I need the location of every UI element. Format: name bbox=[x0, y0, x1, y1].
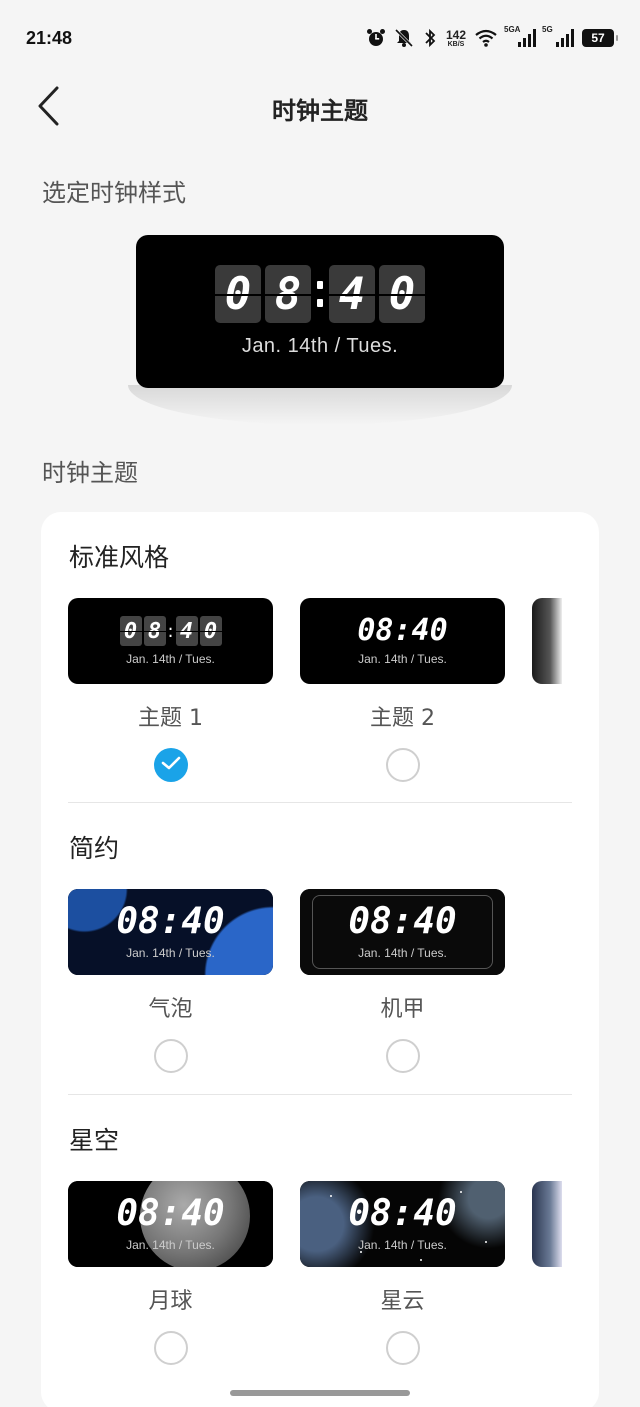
flip-digit: 0 bbox=[379, 265, 425, 323]
theme-radio[interactable] bbox=[385, 1331, 420, 1365]
group-title: 星空 bbox=[69, 1126, 120, 1155]
theme-thumbnail[interactable]: 08:40 Jan. 14th / Tues. bbox=[300, 1181, 505, 1267]
signal1-label: 5GA bbox=[504, 25, 521, 34]
alarm-icon bbox=[366, 28, 386, 48]
clock-theme-label: 时钟主题 bbox=[42, 459, 138, 487]
theme-thumbnail[interactable]: 08:40 Jan. 14th / Tues. bbox=[300, 598, 505, 684]
status-bar: 21:48 142 KB/S 5GA 5G 57 bbox=[0, 0, 640, 76]
thumb-date: Jan. 14th / Tues. bbox=[126, 1238, 215, 1252]
theme-thumbnail[interactable]: 08:40 Jan. 14th / Tues. bbox=[68, 889, 273, 975]
status-time: 21:48 bbox=[26, 27, 73, 48]
thumb-time: 08:40 bbox=[348, 1193, 457, 1234]
battery-indicator: 57 bbox=[582, 29, 618, 47]
flip-digit: 8 bbox=[265, 265, 311, 323]
select-style-label: 选定时钟样式 bbox=[42, 179, 186, 207]
theme-radio[interactable] bbox=[153, 1331, 188, 1365]
flip-digit: 4 bbox=[329, 265, 375, 323]
flip-colon bbox=[315, 265, 325, 323]
mute-bell-icon bbox=[394, 28, 414, 48]
signal2-label: 5G bbox=[542, 25, 553, 34]
theme-item-nebula[interactable]: 08:40 Jan. 14th / Tues. 星云 bbox=[300, 1181, 505, 1365]
theme-item-bubble[interactable]: 08:40 Jan. 14th / Tues. 气泡 bbox=[68, 889, 273, 1073]
network-speed-unit: KB/S bbox=[447, 40, 465, 48]
network-speed: 142 KB/S bbox=[446, 29, 466, 48]
thumb-date: Jan. 14th / Tues. bbox=[358, 946, 447, 960]
thumb-time: 08:40 bbox=[116, 1193, 225, 1234]
theme-name: 气泡 bbox=[148, 997, 193, 1022]
clock-preview: 0 8 4 0 Jan. 14th / Tues. bbox=[128, 235, 512, 425]
flip-digit: 0 bbox=[215, 265, 261, 323]
network-speed-value: 142 bbox=[445, 27, 466, 42]
thumb-date: Jan. 14th / Tues. bbox=[358, 1238, 447, 1252]
group-title: 标准风格 bbox=[69, 543, 170, 572]
theme-name: 月球 bbox=[148, 1289, 193, 1314]
divider bbox=[68, 802, 572, 803]
theme-thumbnail[interactable]: 08:40 Jan. 14th / Tues. bbox=[300, 889, 505, 975]
theme-radio[interactable] bbox=[385, 1039, 420, 1073]
theme-name: 主题 1 bbox=[138, 706, 203, 731]
thumb-time: 08:40 bbox=[357, 613, 448, 648]
home-indicator[interactable] bbox=[230, 1390, 410, 1396]
divider bbox=[68, 1094, 572, 1095]
theme-item-mecha[interactable]: 08:40 Jan. 14th / Tues. 机甲 bbox=[300, 889, 505, 1073]
theme-panel: 标准风格 08:40 Jan. 14th / Tues. 主题 1 08:40 … bbox=[41, 512, 599, 1407]
theme-item-2[interactable]: 08:40 Jan. 14th / Tues. 主题 2 bbox=[300, 598, 505, 782]
theme-name: 星云 bbox=[380, 1289, 425, 1314]
checkmark-icon bbox=[161, 755, 181, 775]
thumb-date: Jan. 14th / Tues. bbox=[126, 652, 215, 666]
mini-flip-clock: 08:40 bbox=[119, 616, 222, 646]
nav-bar: 时钟主题 bbox=[0, 76, 640, 140]
group-title: 简约 bbox=[69, 834, 120, 863]
signal-strength-sim2: 5G bbox=[542, 25, 574, 47]
theme-thumbnail-peek[interactable] bbox=[532, 598, 562, 684]
theme-radio[interactable] bbox=[385, 748, 420, 782]
clock-preview-card: 0 8 4 0 Jan. 14th / Tues. bbox=[136, 235, 504, 388]
signal-strength-sim1: 5GA bbox=[504, 25, 536, 47]
theme-name: 主题 2 bbox=[370, 706, 435, 731]
bluetooth-icon bbox=[422, 28, 438, 48]
back-button[interactable] bbox=[36, 86, 68, 130]
chevron-left-icon bbox=[36, 86, 62, 130]
theme-item-moon[interactable]: 08:40 Jan. 14th / Tues. 月球 bbox=[68, 1181, 273, 1365]
theme-item-1[interactable]: 08:40 Jan. 14th / Tues. 主题 1 bbox=[68, 598, 273, 782]
status-icons: 142 KB/S 5GA 5G 57 bbox=[366, 25, 618, 48]
theme-name: 机甲 bbox=[380, 997, 425, 1022]
wifi-icon bbox=[474, 28, 498, 48]
theme-thumbnail[interactable]: 08:40 Jan. 14th / Tues. bbox=[68, 1181, 273, 1267]
thumb-time: 08:40 bbox=[348, 901, 457, 942]
page-title: 时钟主题 bbox=[272, 96, 368, 125]
flip-clock: 0 8 4 0 bbox=[215, 265, 425, 323]
theme-thumbnail[interactable]: 08:40 Jan. 14th / Tues. bbox=[68, 598, 273, 684]
thumb-date: Jan. 14th / Tues. bbox=[126, 946, 215, 960]
thumb-time: 08:40 bbox=[116, 901, 225, 942]
thumb-date: Jan. 14th / Tues. bbox=[358, 652, 447, 666]
preview-date: Jan. 14th / Tues. bbox=[241, 335, 399, 357]
preview-reflection bbox=[128, 385, 512, 425]
theme-radio-selected[interactable] bbox=[153, 748, 188, 782]
theme-radio[interactable] bbox=[153, 1039, 188, 1073]
theme-thumbnail-peek[interactable] bbox=[532, 1181, 562, 1267]
